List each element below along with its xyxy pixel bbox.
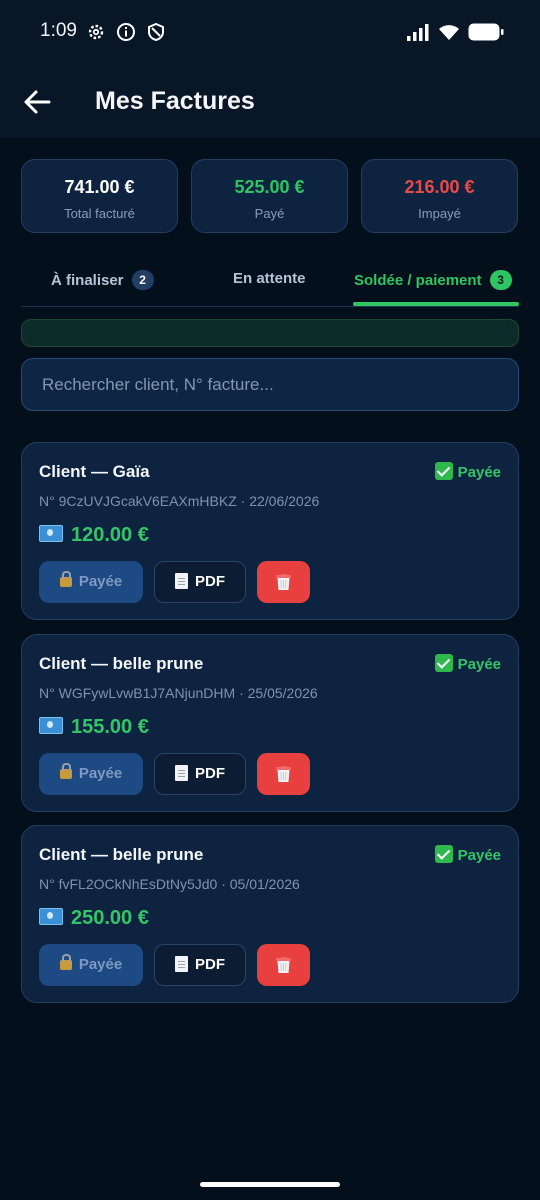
tab-count-badge: 2 xyxy=(131,270,154,290)
delete-button[interactable] xyxy=(257,561,310,603)
check-icon xyxy=(434,462,453,480)
amount-value: 155.00 € xyxy=(71,716,149,738)
document-icon xyxy=(175,956,188,972)
invoice-card[interactable]: Client — Gaïa Payée N° 9CzUVJGcakV6EAXmH… xyxy=(21,442,519,620)
pdf-button-label: PDF xyxy=(195,956,225,973)
status-label: Payée xyxy=(457,847,501,864)
stat-unpaid: 216.00 € Impayé xyxy=(361,159,518,233)
shield-icon xyxy=(148,22,164,42)
active-tab-indicator xyxy=(353,302,519,306)
search-input[interactable] xyxy=(40,373,500,396)
delete-button[interactable] xyxy=(257,753,310,795)
settings-gear-icon xyxy=(88,24,104,40)
status-label: Payée xyxy=(457,656,501,673)
pdf-button[interactable]: PDF xyxy=(154,561,246,603)
tab-label: En attente xyxy=(233,270,306,287)
trash-icon xyxy=(276,574,291,590)
stat-paid-label: Payé xyxy=(254,206,285,221)
status-time: 1:09 xyxy=(40,20,77,41)
signal-icon xyxy=(407,24,429,41)
status-badge: Payée xyxy=(434,845,501,864)
tab-count-badge: 3 xyxy=(489,270,512,290)
home-indicator[interactable] xyxy=(200,1182,340,1187)
invoice-amount: 250.00 € xyxy=(39,907,149,930)
wifi-icon xyxy=(439,25,459,40)
status-badge: Payée xyxy=(434,654,501,673)
amount-value: 250.00 € xyxy=(71,907,149,929)
search-box[interactable] xyxy=(21,358,519,411)
tab-soldee-paiement[interactable]: Soldée / paiement 3 xyxy=(354,270,512,290)
lock-icon xyxy=(59,954,72,970)
tab-en-attente[interactable]: En attente xyxy=(233,270,306,287)
stat-total-label: Total facturé xyxy=(64,206,135,221)
invoice-meta: N° fvFL2OCkNhEsDtNy5Jd0 · 05/01/2026 xyxy=(39,876,300,892)
paid-button-label: Payée xyxy=(78,765,123,782)
invoice-amount: 155.00 € xyxy=(39,716,149,739)
tab-a-finaliser[interactable]: À finaliser 2 xyxy=(51,270,154,290)
client-name: Client — belle prune xyxy=(39,845,204,864)
check-icon xyxy=(434,845,453,863)
back-arrow-icon[interactable] xyxy=(22,88,52,116)
app-bar xyxy=(0,64,540,138)
pdf-button[interactable]: PDF xyxy=(154,753,246,795)
stat-total-invoiced: 741.00 € Total facturé xyxy=(21,159,178,233)
tab-label: Soldée / paiement xyxy=(354,272,482,289)
status-badge: Payée xyxy=(434,462,501,481)
trash-icon xyxy=(276,957,291,973)
battery-icon xyxy=(468,23,504,41)
paid-button[interactable]: Payée xyxy=(39,944,143,986)
paid-button-label: Payée xyxy=(78,573,123,590)
document-icon xyxy=(175,573,188,589)
paid-button-label: Payée xyxy=(78,956,123,973)
money-icon xyxy=(39,908,63,925)
check-icon xyxy=(434,654,453,672)
document-icon xyxy=(175,765,188,781)
info-icon xyxy=(117,23,135,41)
delete-button[interactable] xyxy=(257,944,310,986)
info-banner xyxy=(21,319,519,347)
stat-unpaid-label: Impayé xyxy=(418,206,461,221)
stat-paid-value: 525.00 € xyxy=(234,177,305,197)
pdf-button-label: PDF xyxy=(195,765,225,782)
lock-icon xyxy=(59,763,72,779)
invoice-card[interactable]: Client — belle prune Payée N° fvFL2OCkNh… xyxy=(21,825,519,1003)
paid-button[interactable]: Payée xyxy=(39,561,143,603)
client-name: Client — Gaïa xyxy=(39,462,150,481)
stat-total-value: 741.00 € xyxy=(64,177,135,197)
money-icon xyxy=(39,717,63,734)
invoice-amount: 120.00 € xyxy=(39,524,149,547)
lock-icon xyxy=(59,571,72,587)
amount-value: 120.00 € xyxy=(71,524,149,546)
pdf-button-label: PDF xyxy=(195,573,225,590)
money-icon xyxy=(39,525,63,542)
invoice-card[interactable]: Client — belle prune Payée N° WGFywLvwB1… xyxy=(21,634,519,812)
paid-button[interactable]: Payée xyxy=(39,753,143,795)
tab-label: À finaliser xyxy=(51,272,124,289)
page-title: Mes Factures xyxy=(95,87,255,115)
client-name: Client — belle prune xyxy=(39,654,204,673)
invoice-meta: N° WGFywLvwB1J7ANjunDHM · 25/05/2026 xyxy=(39,685,318,701)
stat-unpaid-value: 216.00 € xyxy=(404,177,475,197)
pdf-button[interactable]: PDF xyxy=(154,944,246,986)
status-label: Payée xyxy=(457,464,501,481)
invoice-meta: N° 9CzUVJGcakV6EAXmHBKZ · 22/06/2026 xyxy=(39,493,320,509)
tabs-divider xyxy=(21,306,519,307)
trash-icon xyxy=(276,766,291,782)
stat-paid: 525.00 € Payé xyxy=(191,159,348,233)
